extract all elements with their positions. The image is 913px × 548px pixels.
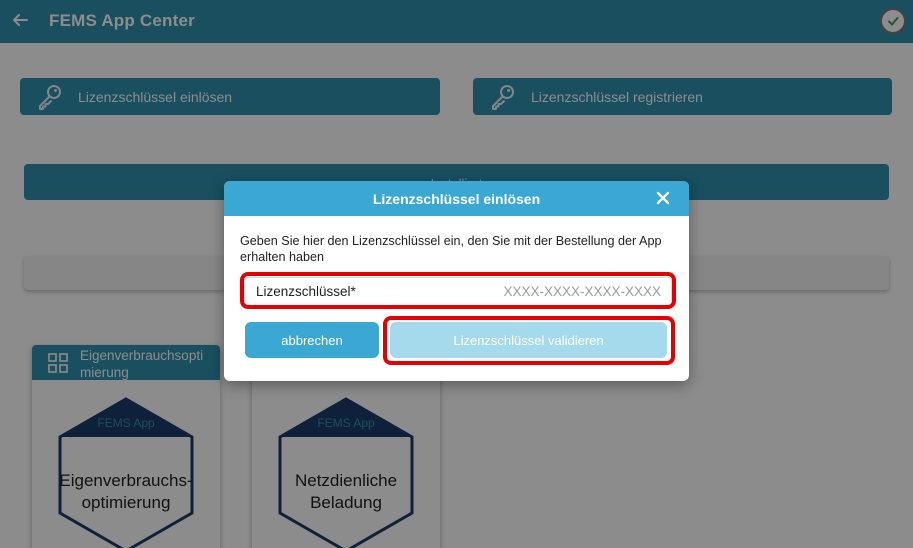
cancel-button-label: abbrechen bbox=[281, 333, 343, 348]
cancel-button[interactable]: abbrechen bbox=[245, 322, 379, 358]
highlight-validate-button bbox=[383, 316, 675, 365]
dialog-title: Lizenzschlüssel einlösen bbox=[372, 191, 541, 207]
highlight-license-field bbox=[240, 272, 676, 309]
redeem-license-dialog: Lizenzschlüssel einlösen Geben Sie hier … bbox=[224, 181, 689, 381]
dialog-description: Geben Sie hier den Lizenzschlüssel ein, … bbox=[240, 234, 662, 264]
close-icon[interactable] bbox=[656, 191, 670, 205]
dialog-header: Lizenzschlüssel einlösen bbox=[224, 181, 689, 216]
